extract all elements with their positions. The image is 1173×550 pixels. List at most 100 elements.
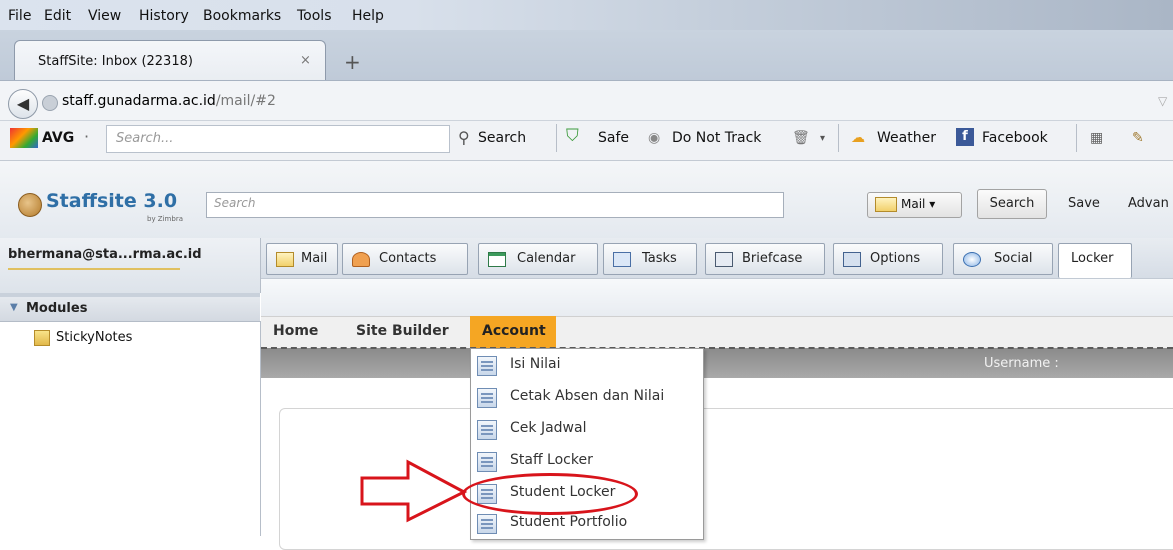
menu-item-cek-jadwal[interactable]: Cek Jadwal: [474, 414, 700, 444]
tab-social[interactable]: Social: [953, 243, 1053, 275]
tab-close-icon[interactable]: ×: [300, 53, 311, 68]
trash-icon[interactable]: 🗑: [792, 130, 810, 146]
menu-item-label: Cetak Absen dan Nilai: [510, 388, 665, 404]
tab-locker[interactable]: Locker: [1058, 243, 1132, 278]
url-path: /mail/#2: [215, 93, 276, 109]
tab-tasks[interactable]: Tasks: [603, 243, 697, 275]
list-icon: [477, 356, 497, 376]
do-not-track-icon: ◉: [648, 130, 661, 146]
facebook-icon: f: [956, 128, 974, 146]
menu-view[interactable]: View: [88, 8, 121, 24]
envelope-icon: [875, 197, 897, 212]
tab-label: Locker: [1071, 251, 1114, 266]
tab-label: Social: [994, 251, 1033, 266]
do-not-track-button[interactable]: Do Not Track: [672, 130, 761, 146]
tab-calendar[interactable]: Calendar: [478, 243, 598, 275]
toolbar-area: [261, 278, 1173, 317]
quota-bar: [8, 268, 180, 270]
tab-mail[interactable]: Mail: [266, 243, 338, 275]
zimbra-search-input[interactable]: [206, 192, 784, 218]
browser-tab-title: StaffSite: Inbox (22318): [38, 54, 193, 69]
menu-tools[interactable]: Tools: [297, 8, 332, 24]
menu-item-staff-locker[interactable]: Staff Locker: [474, 446, 700, 476]
calendar-icon: [488, 252, 506, 267]
url-host: staff.gunadarma.ac.id: [62, 93, 216, 109]
zimbra-search-button[interactable]: Search: [977, 189, 1047, 219]
url-dropdown-icon[interactable]: ▽: [1158, 94, 1167, 108]
safe-indicator[interactable]: Safe: [598, 130, 629, 146]
menu-item-isi-nilai[interactable]: Isi Nilai: [474, 350, 700, 380]
avg-dropdown-icon[interactable]: ·: [84, 127, 89, 146]
user-account[interactable]: bhermana@sta...rma.ac.id: [8, 247, 202, 262]
weather-button[interactable]: Weather: [877, 130, 936, 146]
list-icon: [477, 514, 497, 534]
briefcase-icon: [715, 252, 733, 267]
left-panel: [0, 321, 261, 536]
mail-scope-label: Mail ▾: [901, 197, 936, 211]
tab-label: Calendar: [517, 251, 576, 266]
chevron-down-icon[interactable]: ▾: [820, 133, 825, 144]
divider: [261, 347, 1173, 349]
tab-label: Contacts: [379, 251, 437, 266]
avg-search-placeholder: Search...: [116, 131, 174, 146]
new-tab-button[interactable]: +: [344, 50, 361, 74]
search-icon: ⚲: [458, 128, 470, 147]
menu-item-label: Student Portfolio: [510, 514, 628, 530]
calculator-icon[interactable]: ▦: [1090, 130, 1103, 146]
weather-icon: ☁: [851, 130, 865, 146]
nav-home[interactable]: Home: [273, 323, 318, 339]
social-icon: [963, 252, 981, 267]
tab-label: Tasks: [642, 251, 677, 266]
pencil-icon[interactable]: ✎: [1132, 130, 1144, 146]
sticky-notes-item[interactable]: StickyNotes: [56, 330, 132, 345]
url-bar[interactable]: staff.gunadarma.ac.id/mail/#2: [62, 93, 276, 109]
menu-item-label: Isi Nilai: [510, 356, 561, 372]
expand-arrow-icon[interactable]: ▼: [10, 302, 18, 313]
facebook-button[interactable]: Facebook: [982, 130, 1048, 146]
zimbra-logo-sub: by Zimbra: [147, 215, 183, 223]
list-icon: [477, 452, 497, 472]
tab-options[interactable]: Options: [833, 243, 943, 275]
toolbar-divider: [1076, 124, 1077, 152]
options-icon: [843, 252, 861, 267]
nav-account[interactable]: Account: [482, 323, 546, 339]
zimbra-logo-icon: [18, 193, 42, 217]
menu-help[interactable]: Help: [352, 8, 384, 24]
folder-icon: [34, 330, 50, 346]
save-search-button[interactable]: Save: [1068, 196, 1100, 211]
nav-site-builder[interactable]: Site Builder: [356, 323, 449, 339]
username-label: Username :: [984, 356, 1059, 371]
zimbra-logo[interactable]: Staffsite 3.0: [46, 190, 177, 212]
globe-icon: [42, 95, 58, 111]
modules-label: Modules: [26, 301, 88, 316]
list-icon: [477, 388, 497, 408]
menu-history[interactable]: History: [139, 8, 189, 24]
menu-item-label: Staff Locker: [510, 452, 593, 468]
menu-item-cetak-absen[interactable]: Cetak Absen dan Nilai: [474, 382, 700, 412]
shield-icon: ⛉: [566, 126, 579, 146]
avg-logo-text[interactable]: AVG: [42, 130, 74, 146]
menu-bookmarks[interactable]: Bookmarks: [203, 8, 281, 24]
tab-label: Mail: [301, 251, 328, 266]
list-icon: [477, 420, 497, 440]
avg-logo-icon: [10, 128, 38, 148]
tab-label: Options: [870, 251, 921, 266]
back-button[interactable]: ◀: [8, 89, 38, 119]
menu-item-label: Cek Jadwal: [510, 420, 587, 436]
contacts-icon: [352, 252, 370, 267]
annotation-arrow-icon: [360, 459, 468, 523]
tab-label: Briefcase: [742, 251, 803, 266]
tab-contacts[interactable]: Contacts: [342, 243, 468, 275]
toolbar-divider: [556, 124, 557, 152]
checkbox-icon: [613, 252, 631, 267]
envelope-icon: [276, 252, 294, 267]
zimbra-search-placeholder: Search: [214, 196, 256, 210]
avg-search-button[interactable]: Search: [478, 130, 526, 146]
annotation-oval: [462, 473, 638, 515]
menu-file[interactable]: File: [8, 8, 31, 24]
menu-edit[interactable]: Edit: [44, 8, 71, 24]
advanced-search-button[interactable]: Advan: [1128, 196, 1169, 211]
tab-briefcase[interactable]: Briefcase: [705, 243, 825, 275]
back-arrow-icon: ◀: [16, 94, 30, 113]
toolbar-divider: [838, 124, 839, 152]
